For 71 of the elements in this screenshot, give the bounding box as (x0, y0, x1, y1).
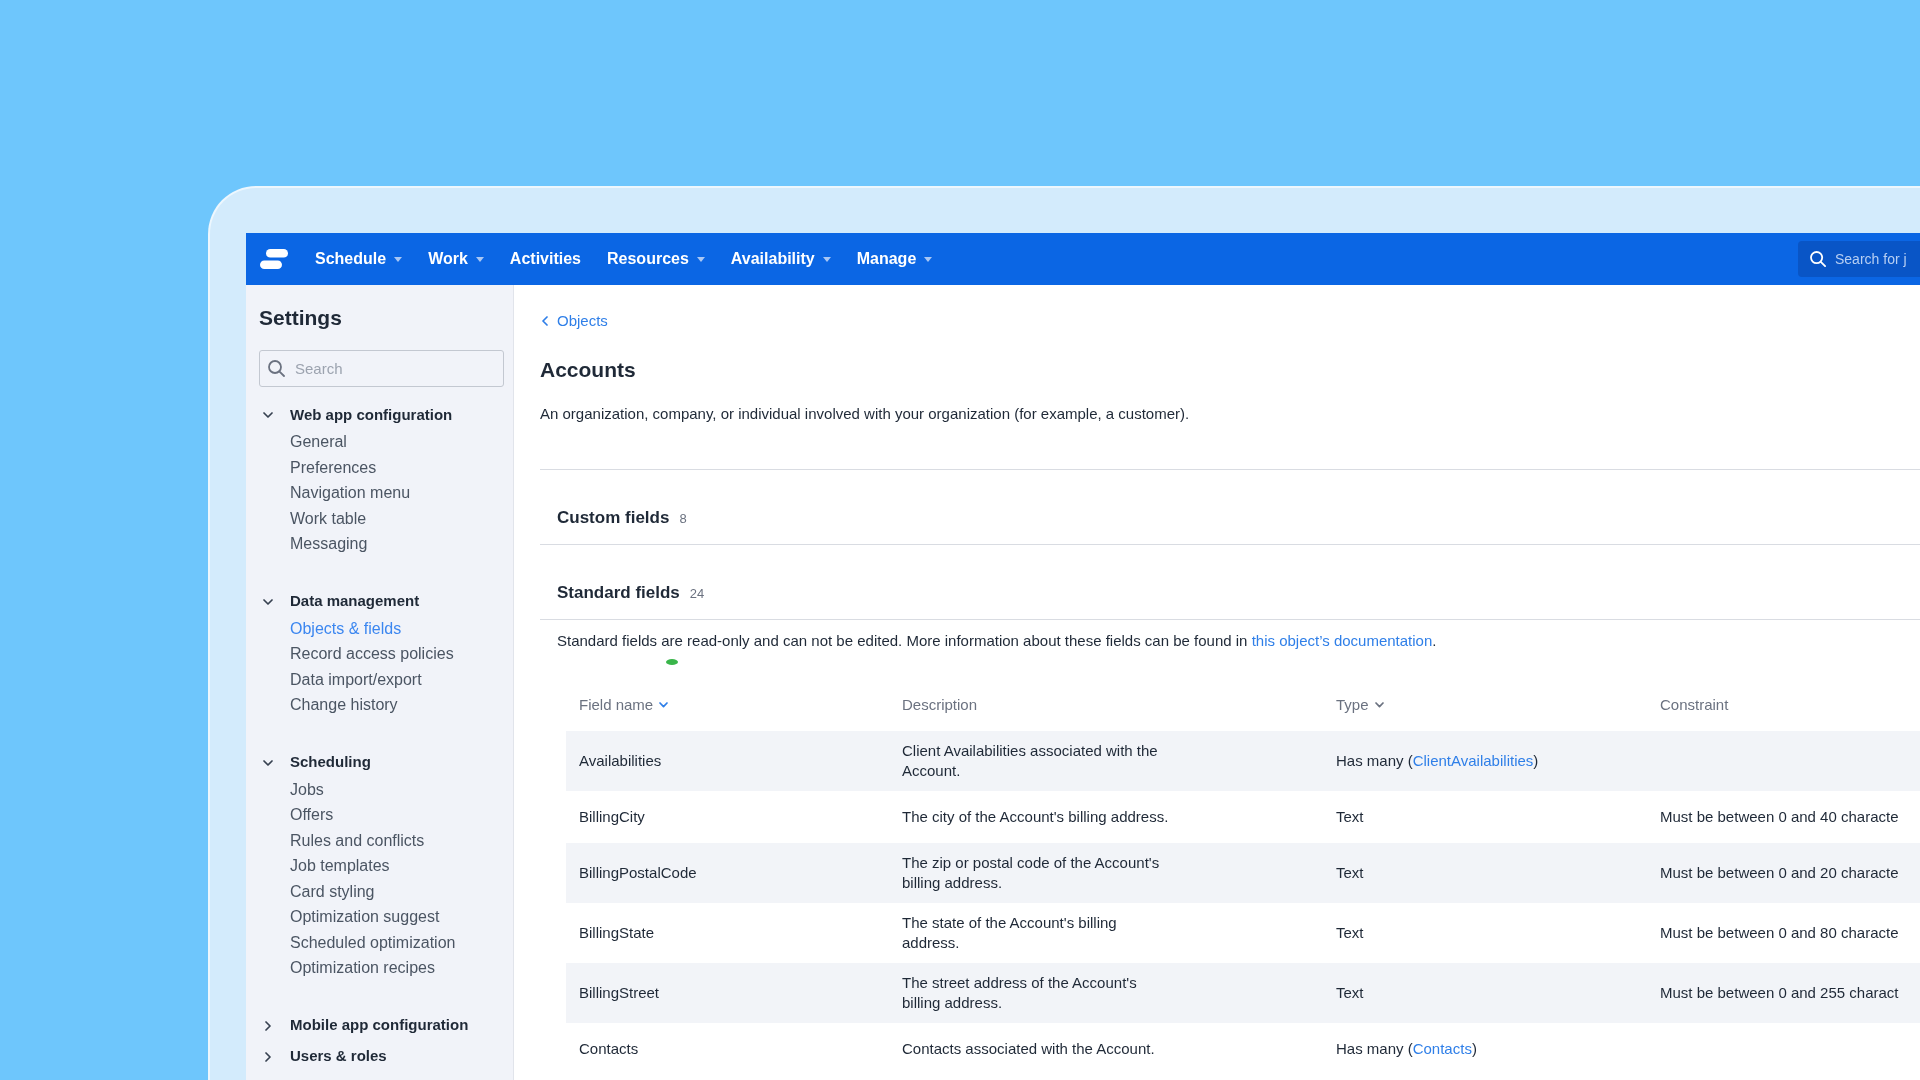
sidebar-item[interactable]: Optimization recipes (290, 955, 435, 981)
logo-icon (260, 249, 288, 269)
field-count: 24 (689, 584, 705, 603)
search-field[interactable]: Search for j (1798, 241, 1920, 277)
nav-menu-item[interactable]: Schedule (315, 249, 403, 269)
table-cell: Must be between 0 and 20 characte (1660, 863, 1899, 883)
table-cell: Text (1336, 863, 1364, 883)
table-cell: BillingState (579, 923, 655, 943)
nav-menu-item[interactable]: Availability (730, 249, 831, 269)
table-cell: Has many (Contacts) (1336, 1039, 1477, 1059)
table-cell: Text (1336, 923, 1364, 943)
page-title: Accounts (540, 357, 636, 383)
search-field[interactable]: Search (259, 350, 504, 387)
sidebar-section-header[interactable]: Users & roles (259, 1044, 387, 1069)
table-cell-text: Client Availabilities associated with the Account. (902, 741, 1159, 781)
page-description: An organization, company, or individual involved with your organization (for example, a customer). (540, 404, 1190, 424)
sidebar-item[interactable]: Offers (290, 802, 334, 828)
table-cell-text: The state of the Account's billing address. (902, 913, 1118, 953)
field-count: 8 (679, 509, 687, 528)
column-header[interactable]: Field name (579, 695, 669, 715)
table-cell: BillingStreet (579, 983, 660, 1003)
table-cell: Contacts associated with the Account. (902, 1039, 1155, 1059)
sidebar-item[interactable]: Scheduled optimization (290, 929, 456, 955)
sidebar-section-header[interactable]: Scheduling (259, 750, 371, 775)
sidebar-item[interactable]: Job templates (290, 853, 390, 879)
table-cell: BillingPostalCode (579, 863, 697, 883)
sidebar-item[interactable]: Messaging (290, 531, 368, 557)
table-cell-text: The zip or postal code of the Account's billing address. (902, 853, 1161, 893)
table-cell: BillingCity (579, 807, 645, 827)
table-cell: Text (1336, 983, 1364, 1003)
dot-icon (666, 659, 678, 665)
sidebar-item[interactable]: Change history (290, 692, 398, 718)
sidebar-title: Settings (259, 305, 342, 331)
sidebar-section-header[interactable]: Data management (259, 589, 420, 614)
section-title: Standard fields (557, 581, 680, 604)
nav-menu-item[interactable]: Resources (607, 249, 705, 269)
sidebar-item[interactable]: Optimization suggest (290, 904, 440, 930)
sidebar-section-header[interactable]: Web app configuration (259, 403, 453, 427)
column-header[interactable]: Type (1336, 695, 1384, 715)
sidebar-item[interactable]: Work table (290, 505, 367, 531)
nav-menu-item[interactable]: Manage (856, 249, 933, 269)
sidebar-section-header[interactable]: Mobile app configuration (259, 1013, 469, 1038)
table-cell: Contacts (579, 1039, 639, 1059)
sidebar-item[interactable]: Navigation menu (290, 480, 411, 506)
nav-menu-item[interactable]: Activities (509, 249, 581, 269)
sidebar-item[interactable]: Data import/export (290, 666, 422, 692)
table-cell: The city of the Account's billing address. (902, 807, 1169, 827)
column-header: Description (902, 695, 978, 715)
back-link[interactable]: Objects (540, 311, 608, 331)
table-cell: Has many (ClientAvailabilities) (1336, 751, 1539, 771)
sidebar-item[interactable]: Record access policies (290, 641, 454, 667)
search-icon (1810, 251, 1826, 267)
sidebar-item[interactable]: Card styling (290, 878, 375, 904)
table-link[interactable]: ClientAvailabilities (1412, 752, 1534, 769)
section-title: Custom fields (557, 506, 670, 529)
sidebar-item[interactable]: Preferences (290, 454, 377, 480)
info-text: Standard fields are read-only and can not be edited. More information about these fields can be found in this object’s documentation. (557, 631, 1437, 651)
table-cell: Text (1336, 807, 1364, 827)
table-link[interactable]: Contacts (1412, 1040, 1472, 1057)
chevron-left-icon (542, 316, 548, 326)
table-cell-text: The street address of the Account's billing address. (902, 973, 1138, 1013)
table-cell: Must be between 0 and 40 characte (1660, 807, 1899, 827)
sidebar-item[interactable]: Jobs (290, 776, 324, 802)
sidebar-item[interactable]: Rules and conflicts (290, 827, 425, 853)
table-cell: Must be between 0 and 80 characte (1660, 923, 1899, 943)
search-icon (268, 360, 285, 377)
table-cell: Must be between 0 and 255 charact (1660, 983, 1899, 1003)
sidebar-item[interactable]: General (290, 429, 347, 455)
column-header: Constraint (1660, 695, 1729, 715)
table-cell: Availabilities (579, 751, 662, 771)
nav-menu-item[interactable]: Work (428, 249, 484, 269)
